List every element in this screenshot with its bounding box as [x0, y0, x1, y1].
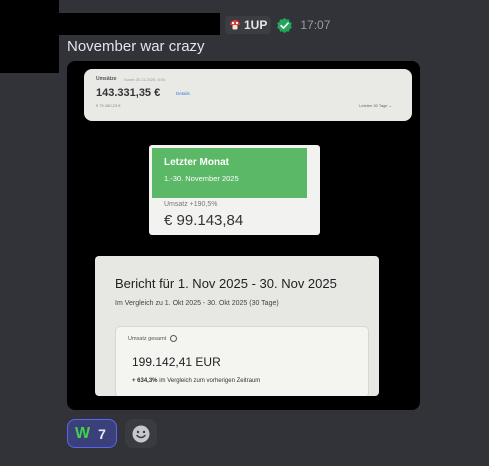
green-header: [152, 148, 307, 198]
message-content: November war crazy: [67, 38, 205, 55]
info-icon: [170, 335, 178, 342]
last-month-card-screenshot: Letzter Monat 1.-30. November 2025 Umsat…: [149, 145, 320, 235]
verified-badge-icon: [277, 17, 293, 33]
total-amount: 199.142,41 EUR: [132, 355, 221, 369]
last-month-amount: € 99.143,84: [164, 212, 244, 229]
reaction-w[interactable]: W 7: [67, 419, 117, 448]
last-month-title: Letzter Monat: [164, 157, 229, 168]
growth-value: + 634,3%: [132, 378, 158, 384]
server-tag-badge[interactable]: 1UP: [225, 16, 272, 34]
total-label: Umsatz gesamt: [128, 335, 178, 342]
message-timestamp[interactable]: 17:07: [300, 18, 330, 32]
growth-text: im Vergleich zum vorherigen Zeitraum: [159, 378, 261, 384]
w-emoji-icon: W: [75, 424, 91, 442]
mushroom-icon: [230, 20, 240, 30]
message-header-meta: 1UP 17:07: [225, 15, 330, 35]
previous-amount: € 79.280,23 €: [96, 103, 121, 108]
total-growth: + 634,3% im Vergleich zum vorherigen Zei…: [132, 378, 260, 384]
report-total-box: Umsatz gesamt 199.142,41 EUR + 634,3% im…: [115, 326, 369, 396]
image-attachment[interactable]: Umsätze Sonnt 30.11.2025, 8:00 143.331,3…: [67, 61, 420, 410]
last-month-change: Umsatz +190,5%: [164, 201, 218, 208]
avatar[interactable]: [0, 0, 59, 73]
details-link: Details: [176, 91, 190, 96]
reaction-count: 7: [98, 425, 106, 442]
revenue-amount: 143.331,35 €: [96, 87, 161, 99]
revenue-label: Umsätze: [96, 76, 117, 82]
username-redacted[interactable]: [58, 13, 220, 35]
report-card-screenshot: Bericht für 1. Nov 2025 - 30. Nov 2025 I…: [95, 256, 379, 396]
add-reaction-button[interactable]: [125, 419, 157, 448]
revenue-card-screenshot: Umsätze Sonnt 30.11.2025, 8:00 143.331,3…: [84, 69, 412, 121]
last-month-range: 1.-30. November 2025: [164, 174, 239, 183]
server-tag-label: 1UP: [244, 18, 268, 32]
revenue-date: Sonnt 30.11.2025, 8:00: [124, 77, 166, 82]
report-compare: Im Vergleich zu 1. Okt 2025 - 30. Okt 20…: [115, 300, 279, 307]
smiley-icon: [132, 425, 150, 442]
report-title: Bericht für 1. Nov 2025 - 30. Nov 2025: [115, 276, 337, 291]
period-select: Letzten 30 Tage ⌄: [359, 103, 392, 108]
total-label-text: Umsatz gesamt: [128, 335, 167, 342]
